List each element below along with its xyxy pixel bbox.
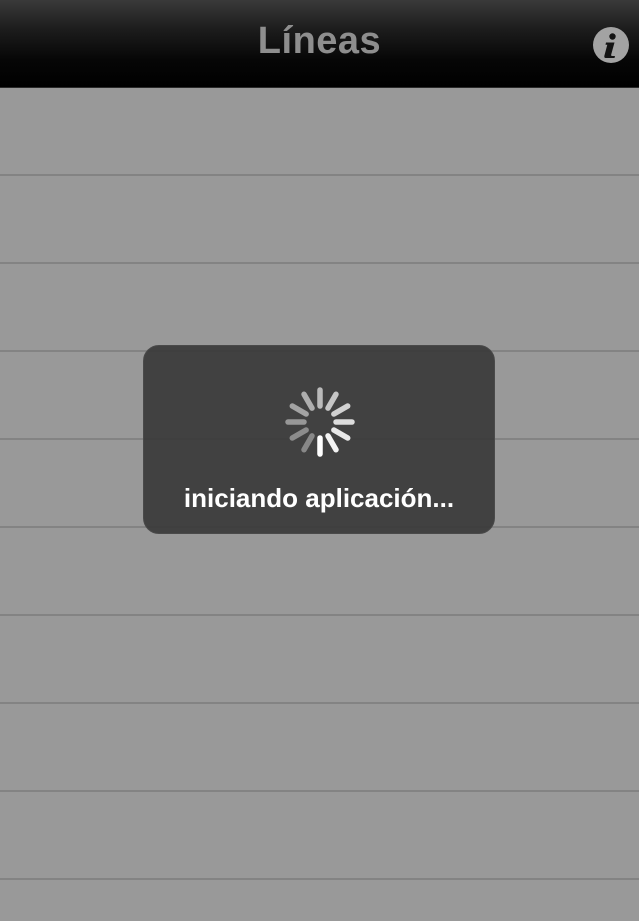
list-row[interactable] — [0, 616, 639, 704]
spinner-spoke — [289, 427, 309, 441]
list-row[interactable] — [0, 264, 639, 352]
loading-message: iniciando aplicación... — [183, 483, 455, 513]
navigation-bar: Líneas — [0, 0, 639, 88]
info-icon — [604, 33, 616, 58]
spinner-spoke — [301, 433, 315, 453]
nav-title: Líneas — [257, 20, 382, 62]
spinner-spoke — [289, 403, 309, 417]
list-row[interactable] — [0, 88, 639, 176]
list-row[interactable] — [0, 176, 639, 264]
spinner-spoke — [301, 391, 315, 411]
list-row[interactable] — [0, 792, 639, 880]
loading-overlay: iniciando aplicación... — [143, 345, 495, 534]
info-button[interactable] — [593, 27, 629, 63]
spinner-spoke — [331, 403, 351, 417]
list-row[interactable] — [0, 704, 639, 792]
activity-spinner-icon — [285, 387, 355, 457]
spinner-spoke — [325, 391, 339, 411]
spinner-spoke — [325, 433, 339, 453]
list-row[interactable] — [0, 528, 639, 616]
spinner-spoke — [331, 427, 351, 441]
